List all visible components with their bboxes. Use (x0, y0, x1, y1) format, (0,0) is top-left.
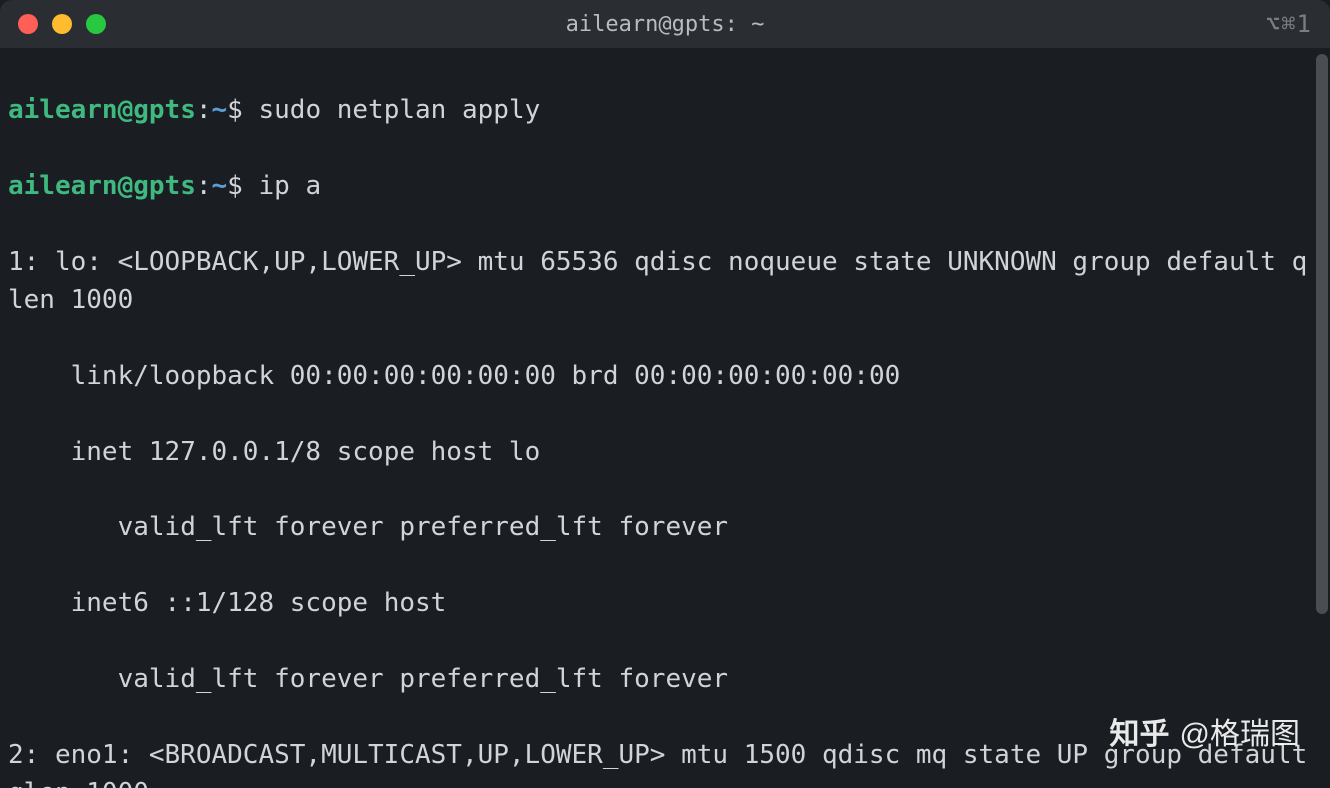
prompt-dollar: $ (227, 171, 258, 201)
titlebar: ailearn@gpts: ~ ⌥⌘1 (0, 0, 1330, 48)
prompt-user: ailearn (8, 95, 118, 125)
window-title: ailearn@gpts: ~ (566, 12, 765, 37)
terminal-content[interactable]: ailearn@gpts:~$ sudo netplan apply ailea… (0, 48, 1330, 788)
prompt-at: @ (118, 171, 134, 201)
prompt-dollar: $ (227, 95, 258, 125)
prompt-colon: : (196, 171, 212, 201)
output-line: valid_lft forever preferred_lft forever (8, 661, 1320, 699)
prompt-at: @ (118, 95, 134, 125)
close-button[interactable] (18, 14, 38, 34)
zhihu-logo-icon: 知乎 (1110, 709, 1170, 753)
output-line: valid_lft forever preferred_lft forever (8, 509, 1320, 547)
watermark-text: @格瑞图 (1180, 709, 1300, 753)
output-line: inet 127.0.0.1/8 scope host lo (8, 434, 1320, 472)
prompt-path: ~ (212, 171, 228, 201)
prompt-host: gpts (133, 171, 196, 201)
minimize-button[interactable] (52, 14, 72, 34)
command-1: sudo netplan apply (258, 95, 540, 125)
traffic-lights (18, 14, 106, 34)
terminal-window: ailearn@gpts: ~ ⌥⌘1 ailearn@gpts:~$ sudo… (0, 0, 1330, 788)
watermark: 知乎 @格瑞图 (1110, 709, 1300, 753)
command-2: ip a (258, 171, 321, 201)
output-line: inet6 ::1/128 scope host (8, 585, 1320, 623)
output-line: link/loopback 00:00:00:00:00:00 brd 00:0… (8, 358, 1320, 396)
prompt-path: ~ (212, 95, 228, 125)
prompt-colon: : (196, 95, 212, 125)
scrollbar-thumb[interactable] (1316, 54, 1328, 614)
output-line: 1: lo: <LOOPBACK,UP,LOWER_UP> mtu 65536 … (8, 244, 1320, 320)
prompt-host: gpts (133, 95, 196, 125)
maximize-button[interactable] (86, 14, 106, 34)
prompt-user: ailearn (8, 171, 118, 201)
pane-shortcut: ⌥⌘1 (1266, 10, 1312, 38)
